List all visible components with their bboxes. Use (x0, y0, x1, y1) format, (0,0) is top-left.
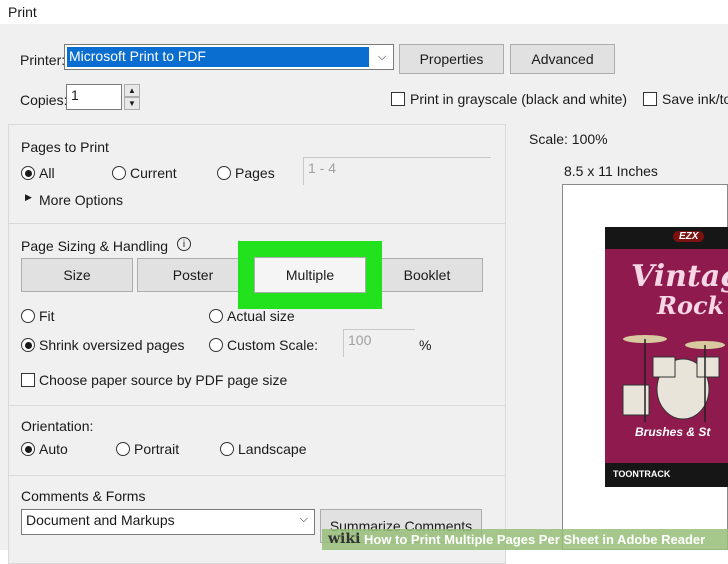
save-ink-label: Save ink/to (662, 91, 728, 107)
save-ink-checkbox[interactable] (643, 92, 657, 106)
pages-range-label: Pages (235, 165, 275, 181)
orientation-auto-radio[interactable] (21, 442, 35, 456)
info-icon[interactable]: i (177, 237, 191, 251)
copies-input[interactable]: 1 (66, 84, 122, 110)
pages-current-label: Current (130, 165, 177, 181)
custom-scale-label: Custom Scale: (227, 337, 319, 353)
tab-booklet[interactable]: Booklet (371, 258, 483, 292)
comments-select[interactable]: Document and Markups ⌵ (21, 509, 315, 535)
orientation-landscape-label: Landscape (238, 441, 307, 457)
shrink-radio[interactable] (21, 338, 35, 352)
fit-label: Fit (39, 308, 55, 324)
actual-size-radio[interactable] (209, 309, 223, 323)
chevron-down-icon[interactable]: ⌵ (371, 45, 393, 69)
tab-multiple[interactable]: Multiple (254, 257, 366, 293)
divider (9, 475, 505, 476)
image-subtitle: Brushes & St (635, 425, 711, 439)
title-bar: Print (0, 0, 728, 24)
divider (9, 405, 505, 406)
advanced-button[interactable]: Advanced (510, 44, 615, 74)
watermark-text: How to Print Multiple Pages Per Sheet in… (364, 532, 706, 547)
properties-button[interactable]: Properties (399, 44, 504, 74)
orientation-auto-label: Auto (39, 441, 68, 457)
settings-panel: Pages to Print All Current Pages 1 - 4 ▶… (8, 124, 506, 564)
orientation-portrait-radio[interactable] (116, 442, 130, 456)
window-title: Print (8, 4, 37, 20)
grayscale-label: Print in grayscale (black and white) (410, 91, 628, 107)
tab-poster[interactable]: Poster (137, 258, 249, 292)
preview-image: EZX Vintage Rock Brushes & St TOONTRACK (605, 227, 728, 487)
shrink-label: Shrink oversized pages (39, 337, 185, 353)
page-preview: EZX Vintage Rock Brushes & St TOONTRACK (562, 184, 728, 550)
orientation-landscape-radio[interactable] (220, 442, 234, 456)
comments-selected-value: Document and Markups (26, 512, 175, 528)
image-title-vintage: Vintage (631, 259, 728, 294)
print-dialog: Printer: Microsoft Print to PDF ⌵ Proper… (0, 24, 728, 564)
ezx-badge: EZX (673, 231, 705, 242)
custom-scale-input[interactable]: 100 (343, 329, 415, 357)
divider (9, 223, 505, 224)
pages-to-print-heading: Pages to Print (21, 139, 109, 155)
expand-triangle-icon[interactable]: ▶ (25, 192, 32, 203)
paper-size-label: 8.5 x 11 Inches (564, 163, 658, 179)
pages-all-radio[interactable] (21, 166, 35, 180)
pages-range-radio[interactable] (217, 166, 231, 180)
percent-label: % (419, 337, 432, 353)
fit-radio[interactable] (21, 309, 35, 323)
image-top-bar (605, 227, 728, 249)
pages-current-radio[interactable] (112, 166, 126, 180)
pages-all-label: All (39, 165, 55, 181)
paper-source-label: Choose paper source by PDF page size (39, 372, 288, 388)
actual-size-label: Actual size (227, 308, 295, 324)
printer-selected-value: Microsoft Print to PDF (67, 47, 369, 67)
paper-source-checkbox[interactable] (21, 373, 35, 387)
pages-range-input[interactable]: 1 - 4 (303, 157, 491, 185)
printer-select[interactable]: Microsoft Print to PDF ⌵ (64, 44, 394, 70)
brand-label: TOONTRACK (613, 469, 671, 479)
copies-down-button[interactable]: ▼ (124, 97, 140, 110)
watermark-wiki: wiki (328, 531, 361, 547)
image-title-rock: Rock (657, 291, 725, 320)
watermark-banner: wiki How to Print Multiple Pages Per She… (322, 529, 728, 550)
chevron-down-icon[interactable]: ⌵ (300, 513, 308, 526)
comments-heading: Comments & Forms (21, 488, 146, 504)
grayscale-checkbox[interactable] (391, 92, 405, 106)
copies-label: Copies: (20, 92, 68, 108)
custom-scale-radio[interactable] (209, 338, 223, 352)
scale-label: Scale: 100% (529, 131, 608, 147)
more-options-link[interactable]: More Options (39, 192, 123, 208)
orientation-heading: Orientation: (21, 418, 94, 434)
tab-size[interactable]: Size (21, 258, 133, 292)
copies-up-button[interactable]: ▲ (124, 84, 140, 97)
orientation-portrait-label: Portrait (134, 441, 180, 457)
printer-label: Printer: (20, 52, 66, 68)
page-sizing-heading: Page Sizing & Handling (21, 238, 169, 254)
